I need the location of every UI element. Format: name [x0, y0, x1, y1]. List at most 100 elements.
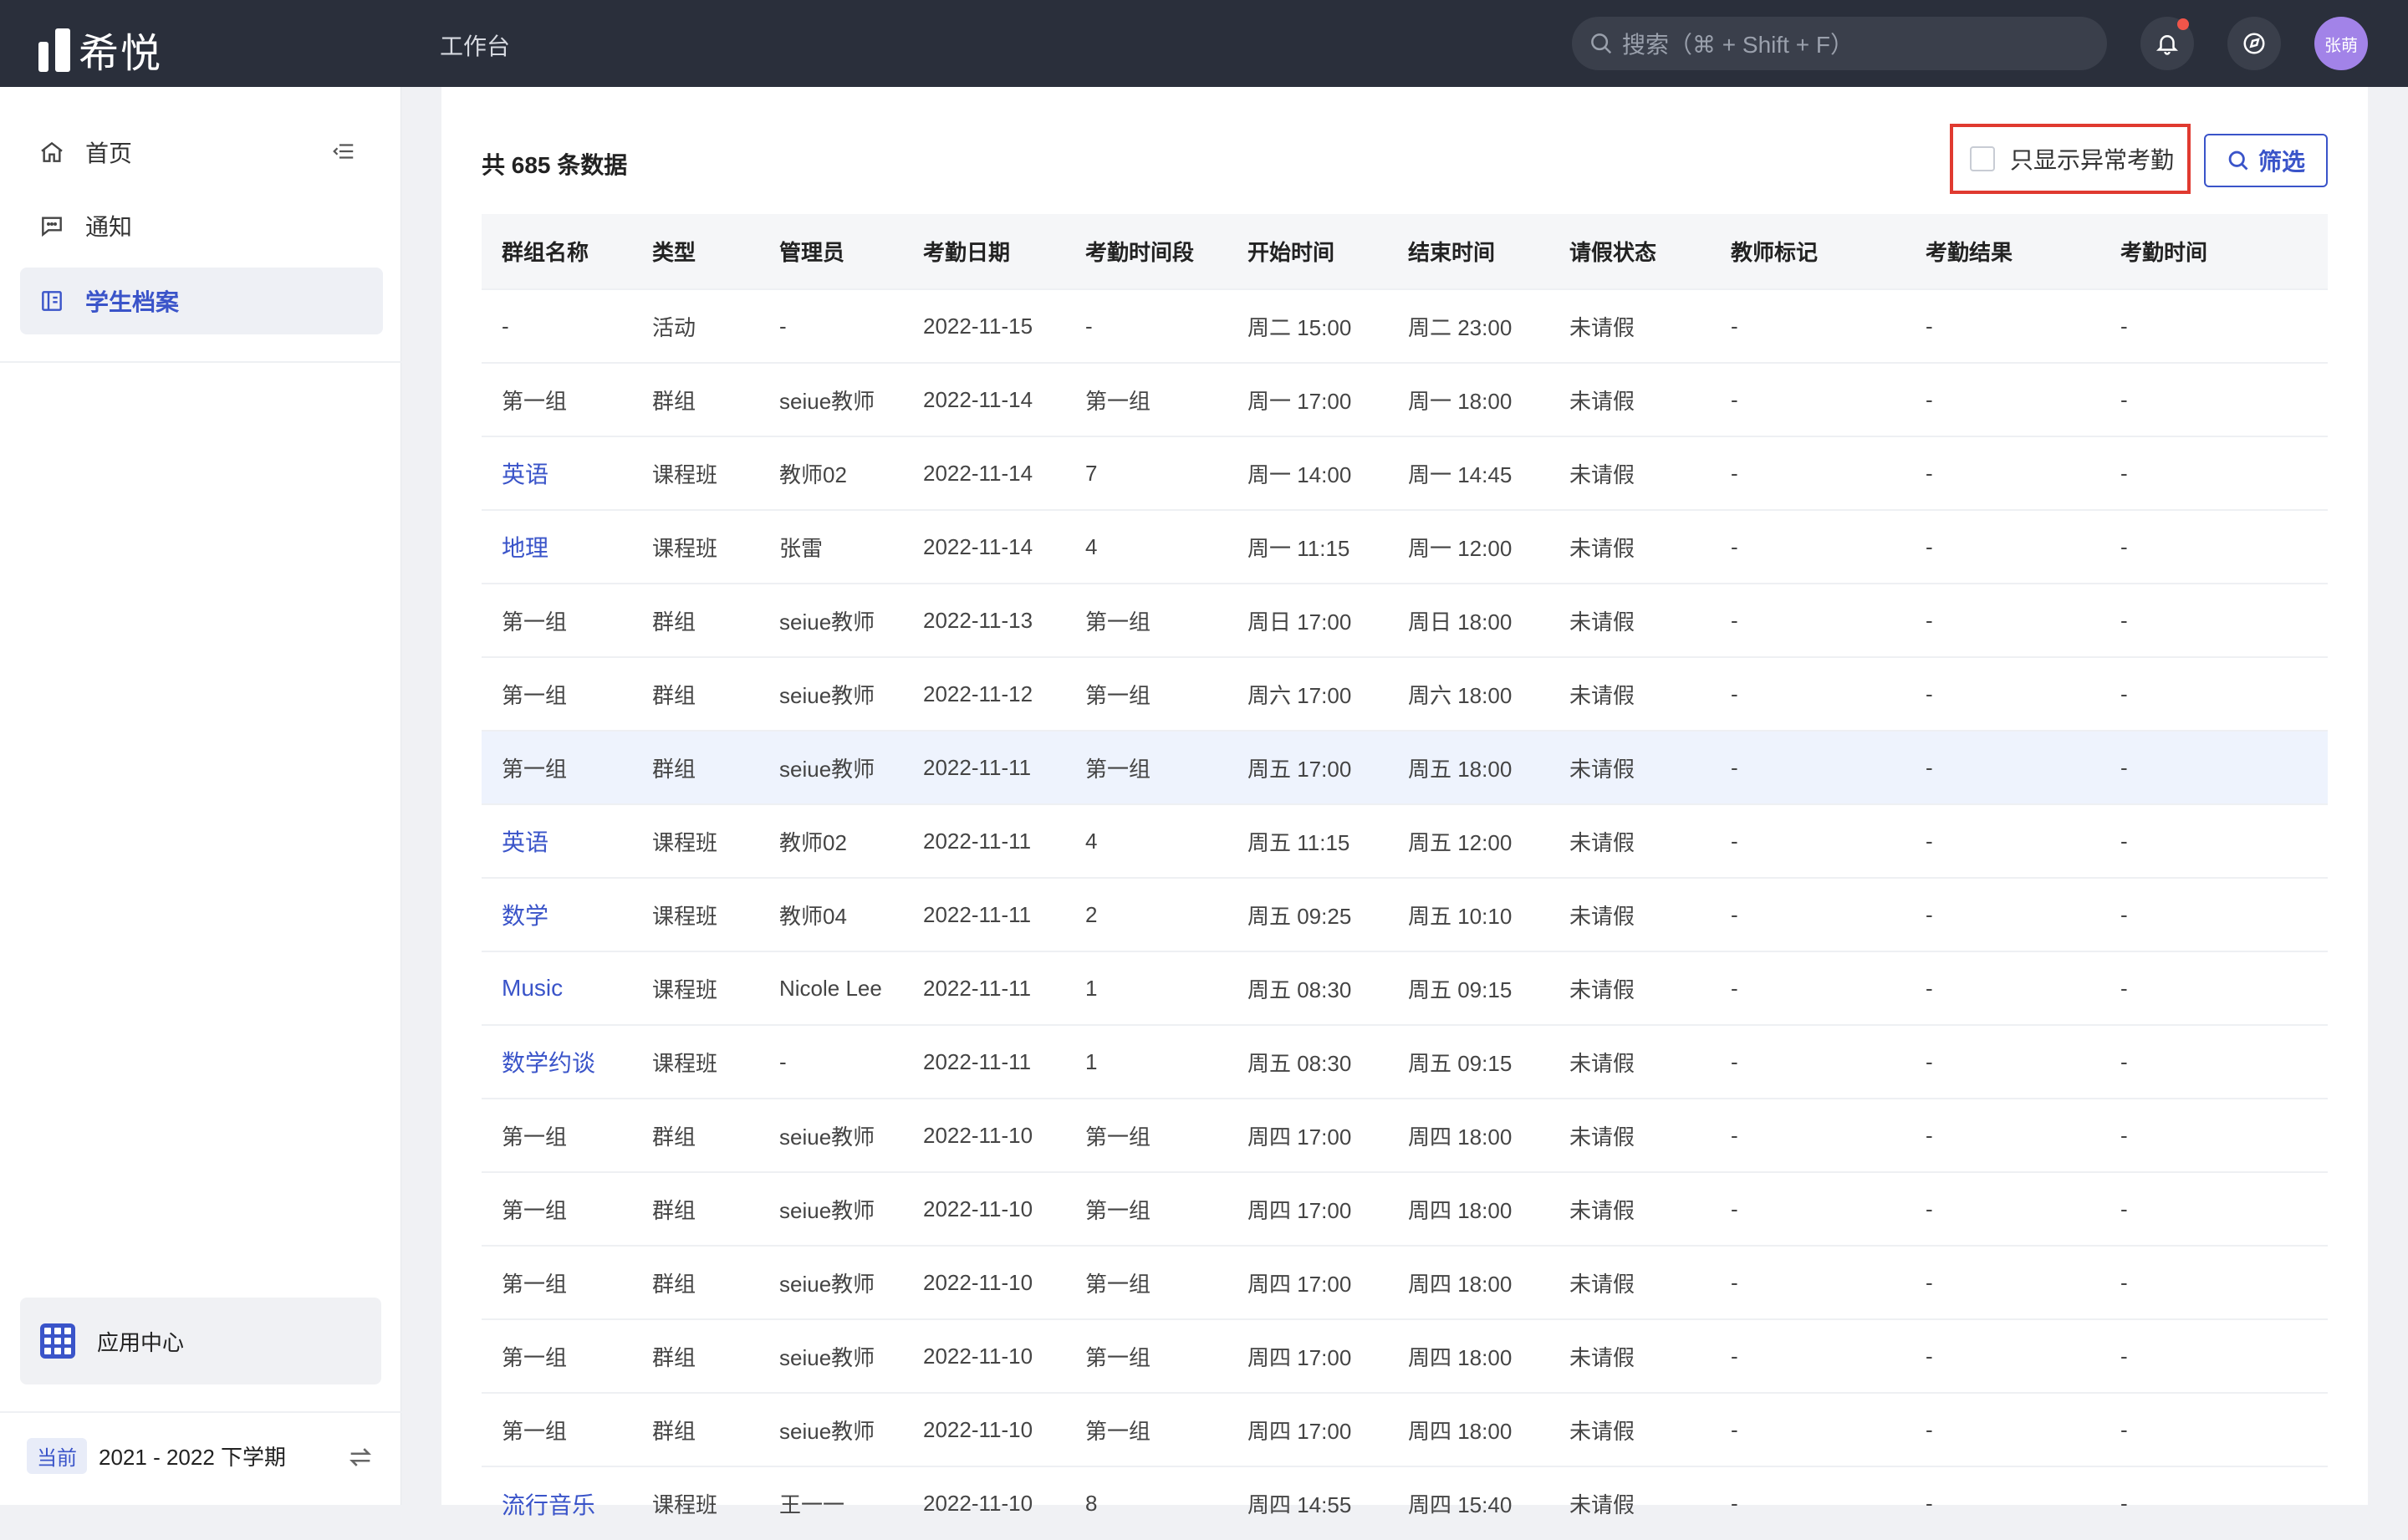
table-row[interactable]: 英语 课程班 教师02 2022-11-14 7 周一 14:00 周一 14:45 未请假 -…: [482, 436, 2328, 510]
sidebar-item-notice[interactable]: 通知: [20, 192, 383, 259]
help-button[interactable]: [2227, 17, 2281, 70]
table-row[interactable]: 数学 课程班 教师04 2022-11-11 2 周五 09:25 周五 10:10 未请假 -…: [482, 877, 2328, 951]
table-row[interactable]: 英语 课程班 教师02 2022-11-11 4 周五 11:15 周五 12:00 未请假 -…: [482, 803, 2328, 878]
logo[interactable]: 希悦: [38, 20, 162, 79]
table-cell: 1: [1065, 951, 1227, 1025]
table-row[interactable]: 第一组 群组 seiue教师 2022-11-10 第一组 周四 17:00 周四 18:0…: [482, 1171, 2328, 1246]
unread-dot: [2177, 18, 2189, 30]
table-cell: 第一组: [1065, 362, 1227, 436]
abnormal-only-toggle[interactable]: 只显示异常考勤: [1950, 124, 2191, 194]
table-cell: 周四 17:00: [1227, 1318, 1388, 1393]
column-header: 请假状态: [1549, 214, 1711, 289]
table-cell: 第一组: [1065, 1098, 1227, 1172]
table-cell: -: [2100, 1171, 2328, 1246]
group-name-link[interactable]: 数学: [482, 877, 632, 951]
table-cell: -: [1905, 583, 2100, 657]
table-cell: 周一 14:00: [1227, 436, 1388, 510]
table-cell: -: [1711, 1392, 1905, 1466]
table-row[interactable]: 数学约谈 课程班 -2022-11-11 1 周五 08:30 周五 09:15 未请假 - -…: [482, 1024, 2328, 1099]
table-cell: 周五 17:00: [1227, 730, 1388, 804]
collapse-sidebar-icon[interactable]: [331, 139, 356, 164]
table-cell: 周五 11:15: [1227, 803, 1388, 878]
table-cell: 未请假: [1549, 1466, 1711, 1540]
table-cell: 2022-11-12: [903, 656, 1065, 731]
table-cell: 第一组: [1065, 730, 1227, 804]
table-cell: seiue教师: [759, 1245, 903, 1319]
table-cell: 第一组: [482, 1392, 632, 1466]
table-row[interactable]: 第一组 群组 seiue教师 2022-11-10 第一组 周四 17:00 周四 18:0…: [482, 1318, 2328, 1393]
table-cell: 课程班: [632, 877, 759, 951]
attendance-table: 群组名称 类型 管理员 考勤日期 考勤时间段 开始时间 结束时间 请假状态 教师标记 考勤结果 考勤…: [482, 214, 2328, 1540]
table-cell: 2022-11-13: [903, 583, 1065, 657]
workbench-title[interactable]: 工作台: [440, 28, 510, 62]
group-name-link[interactable]: Music: [482, 951, 632, 1025]
table-cell: -: [2100, 1098, 2328, 1172]
table-cell: 周一 11:15: [1227, 509, 1388, 584]
table-cell: 周六 18:00: [1388, 656, 1549, 731]
table-cell: 群组: [632, 730, 759, 804]
table-cell: 周五 08:30: [1227, 1024, 1388, 1099]
table-cell: -: [759, 1024, 903, 1099]
table-row[interactable]: 流行音乐 课程班 王一一 2022-11-10 8 周四 14:55 周四 15:40 未请假…: [482, 1466, 2328, 1540]
table-row[interactable]: 地理 课程班 张雷 2022-11-14 4 周一 11:15 周一 12:00 未请假 - - -: [482, 509, 2328, 584]
table-row[interactable]: - 活动 -2022-11-15- 周二 15:00 周二 23:00 未请假 - - -: [482, 288, 2328, 363]
filter-button[interactable]: 筛选: [2204, 134, 2328, 187]
table-cell: 周五 09:25: [1227, 877, 1388, 951]
table-cell: 2022-11-11: [903, 877, 1065, 951]
column-header: 考勤日期: [903, 214, 1065, 289]
table-cell: 教师02: [759, 803, 903, 878]
table-cell: 周四 17:00: [1227, 1098, 1388, 1172]
table-cell: 2022-11-11: [903, 1024, 1065, 1099]
table-cell: 第一组: [482, 1318, 632, 1393]
table-cell: 周四 18:00: [1388, 1245, 1549, 1319]
table-cell: 课程班: [632, 1466, 759, 1540]
table-cell: 4: [1065, 803, 1227, 878]
table-row[interactable]: 第一组 群组 seiue教师 2022-11-10 第一组 周四 17:00 周四 18:0…: [482, 1245, 2328, 1319]
table-cell: 2022-11-10: [903, 1318, 1065, 1393]
table-cell: -: [2100, 288, 2328, 363]
table-cell: 2022-11-10: [903, 1466, 1065, 1540]
table-row[interactable]: 第一组 群组 seiue教师 2022-11-10 第一组 周四 17:00 周四 18:0…: [482, 1392, 2328, 1466]
table-cell: 第一组: [482, 1098, 632, 1172]
table-row[interactable]: 第一组 群组 seiue教师 2022-11-12 第一组 周六 17:00 周六 18:0…: [482, 656, 2328, 731]
table-cell: -: [482, 288, 632, 363]
table-row[interactable]: 第一组 群组 seiue教师 2022-11-11 第一组 周五 17:00 周五 18:0…: [482, 730, 2328, 804]
table-cell: 未请假: [1549, 436, 1711, 510]
table-cell: seiue教师: [759, 1098, 903, 1172]
table-cell: 周四 17:00: [1227, 1171, 1388, 1246]
group-name-link[interactable]: 英语: [482, 436, 632, 510]
home-icon: [41, 141, 63, 162]
table-cell: -: [1905, 877, 2100, 951]
table-row[interactable]: Music 课程班 Nicole Lee 2022-11-11 1 周五 08:30 周五 …: [482, 951, 2328, 1025]
table-cell: 第一组: [1065, 1392, 1227, 1466]
table-cell: 周四 18:00: [1388, 1098, 1549, 1172]
table-row[interactable]: 第一组 群组 seiue教师 2022-11-10 第一组 周四 17:00 周四 18:0…: [482, 1098, 2328, 1172]
table-cell: 未请假: [1549, 803, 1711, 878]
table-row[interactable]: 第一组 群组 seiue教师 2022-11-13 第一组 周日 17:00 周日 18:0…: [482, 583, 2328, 657]
search-input[interactable]: 搜索（⌘ + Shift + F）: [1572, 17, 2107, 70]
sidebar-item-student-profile[interactable]: 学生档案: [20, 268, 383, 334]
table-body: - 活动 -2022-11-15- 周二 15:00 周二 23:00 未请假 - - - 第一组…: [482, 288, 2328, 1540]
sidebar-item-home[interactable]: 首页: [20, 119, 383, 186]
table-cell: -: [1711, 509, 1905, 584]
table-row[interactable]: 第一组 群组 seiue教师 2022-11-14 第一组 周一 17:00 周一 18:0…: [482, 362, 2328, 436]
table-cell: 4: [1065, 509, 1227, 584]
abnormal-only-checkbox[interactable]: [1970, 146, 1995, 171]
table-cell: 2022-11-11: [903, 951, 1065, 1025]
table-cell: -: [1905, 1318, 2100, 1393]
table-cell: 群组: [632, 1171, 759, 1246]
group-name-link[interactable]: 英语: [482, 803, 632, 878]
column-header: 教师标记: [1711, 214, 1905, 289]
group-name-link[interactable]: 地理: [482, 509, 632, 584]
group-name-link[interactable]: 流行音乐: [482, 1466, 632, 1540]
avatar[interactable]: 张萌: [2314, 17, 2368, 70]
group-name-link[interactable]: 数学约谈: [482, 1024, 632, 1099]
notification-button[interactable]: [2140, 17, 2194, 70]
table-cell: -: [2100, 877, 2328, 951]
app-center-button[interactable]: 应用中心: [20, 1298, 381, 1384]
switch-term-icon[interactable]: [346, 1443, 375, 1471]
table-cell: 2022-11-14: [903, 362, 1065, 436]
table-cell: 未请假: [1549, 1024, 1711, 1099]
table-cell: 未请假: [1549, 1245, 1711, 1319]
sidebar-item-label: 通知: [85, 214, 133, 240]
